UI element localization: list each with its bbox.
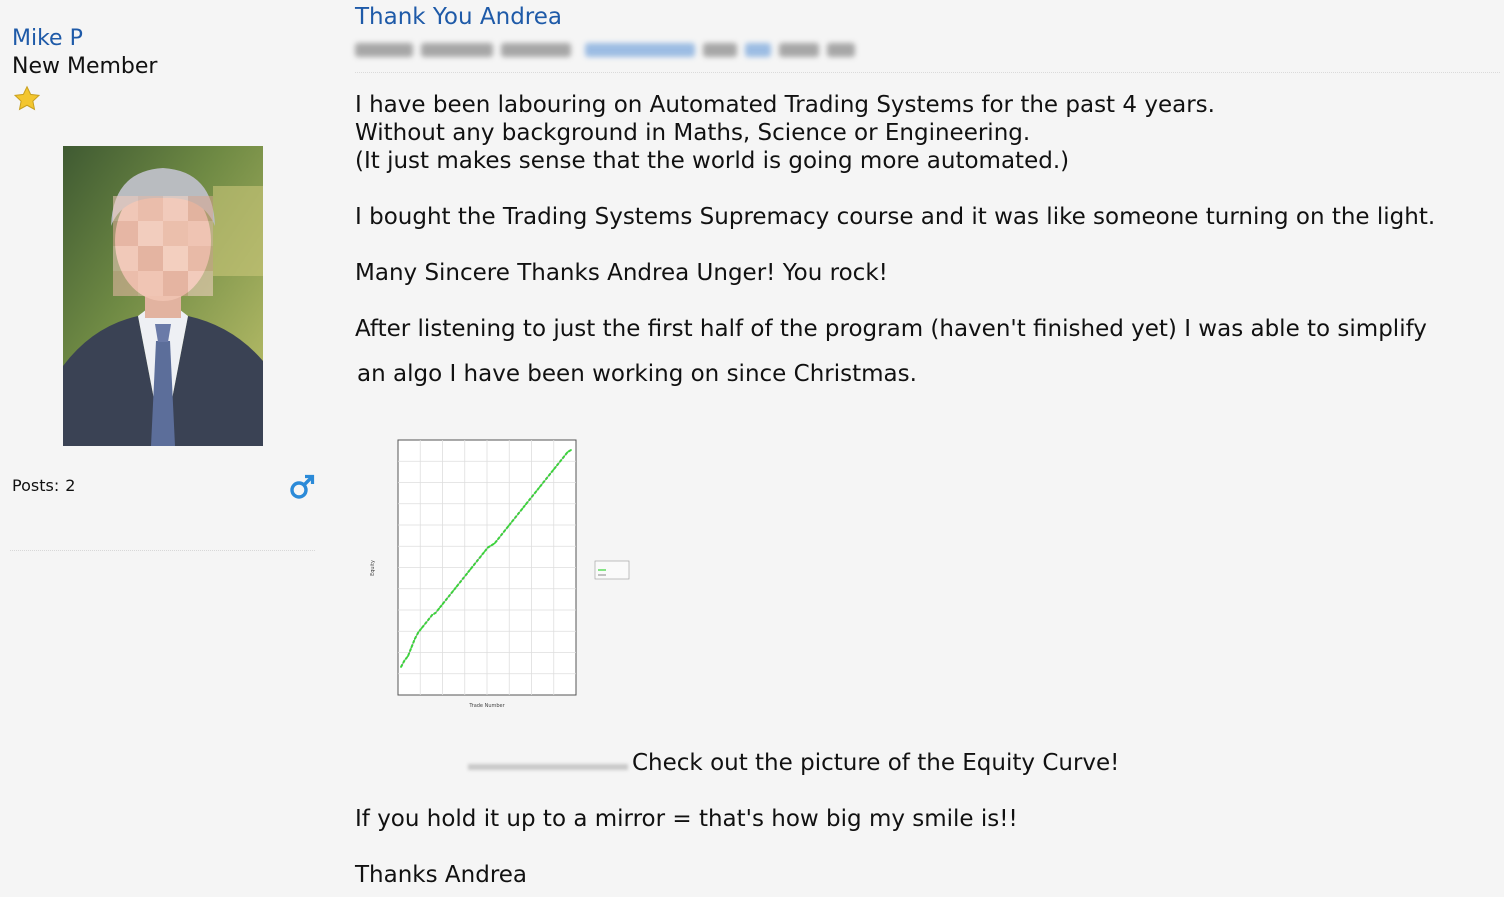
equity-curve-chart[interactable]: Trade Number Equity bbox=[366, 410, 646, 720]
chart-ylabel: Equity bbox=[370, 560, 376, 576]
equity-point bbox=[466, 572, 468, 575]
posts-label: Posts: bbox=[12, 476, 60, 495]
post-count: Posts: 2 bbox=[12, 476, 75, 495]
equity-point bbox=[538, 485, 541, 488]
equity-point bbox=[472, 564, 475, 566]
equity-point bbox=[493, 542, 496, 545]
equity-point bbox=[542, 481, 545, 484]
posts-value: 2 bbox=[65, 476, 76, 495]
equity-point bbox=[521, 507, 524, 510]
username-link[interactable]: Mike P bbox=[12, 26, 83, 51]
equity-point bbox=[511, 520, 513, 523]
equity-point bbox=[462, 577, 465, 579]
equity-point bbox=[490, 544, 493, 547]
chart-xlabel: Trade Number bbox=[468, 703, 505, 709]
meta-divider bbox=[355, 72, 1500, 73]
equity-point bbox=[445, 598, 448, 601]
equity-point bbox=[413, 637, 416, 640]
equity-point bbox=[556, 464, 559, 467]
post-text-line: After listening to just the first half o… bbox=[355, 316, 1427, 342]
equity-point bbox=[434, 611, 437, 614]
equity-point bbox=[570, 449, 572, 451]
equity-point bbox=[531, 494, 534, 497]
post-text-line: Without any background in Maths, Science… bbox=[355, 120, 1031, 146]
equity-point bbox=[483, 551, 486, 553]
post-text-line: Thanks Andrea bbox=[355, 862, 528, 888]
equity-point bbox=[497, 538, 500, 540]
post-title[interactable]: Thank You Andrea bbox=[355, 4, 562, 30]
equity-point bbox=[524, 503, 527, 506]
post-text-line: an algo I have been working on since Chr… bbox=[357, 361, 917, 387]
equity-point bbox=[545, 477, 548, 480]
equity-point bbox=[518, 512, 520, 514]
equity-point bbox=[448, 594, 451, 597]
equity-point bbox=[486, 546, 489, 549]
post-text-line: If you hold it up to a mirror = that's h… bbox=[355, 806, 1018, 832]
equity-point bbox=[407, 655, 409, 658]
equity-point bbox=[403, 659, 406, 662]
post-text-line: I bought the Trading Systems Supremacy c… bbox=[355, 204, 1436, 230]
equity-point bbox=[424, 622, 427, 625]
equity-point bbox=[400, 666, 402, 668]
equity-point bbox=[528, 499, 531, 501]
chart-legend bbox=[594, 560, 630, 580]
image-caption: Check out the picture of the Equity Curv… bbox=[632, 750, 1120, 776]
post-text-line: (It just makes sense that the world is g… bbox=[355, 148, 1070, 174]
equity-point bbox=[507, 525, 510, 527]
star-icon bbox=[12, 84, 42, 114]
male-symbol-icon bbox=[288, 473, 316, 501]
equity-point bbox=[559, 459, 562, 462]
redacted-link bbox=[468, 764, 628, 770]
equity-point bbox=[431, 614, 434, 616]
user-panel: Mike P New Member Posts: 2 bbox=[0, 0, 330, 897]
equity-point bbox=[535, 490, 538, 493]
equity-point bbox=[452, 590, 454, 592]
equity-point bbox=[455, 585, 458, 588]
post-text-line: I have been labouring on Automated Tradi… bbox=[355, 92, 1215, 118]
equity-point bbox=[514, 516, 517, 519]
equity-point bbox=[552, 468, 555, 471]
equity-point bbox=[410, 646, 413, 649]
equity-point bbox=[500, 533, 503, 536]
equity-point bbox=[563, 455, 565, 458]
equity-point bbox=[438, 607, 441, 610]
post-meta-redacted bbox=[353, 40, 863, 60]
equity-point bbox=[469, 568, 472, 571]
equity-point bbox=[479, 555, 482, 558]
equity-point bbox=[417, 631, 420, 634]
equity-point bbox=[459, 581, 461, 584]
user-rank: New Member bbox=[12, 54, 158, 79]
panel-divider bbox=[10, 550, 315, 551]
avatar[interactable] bbox=[63, 146, 263, 446]
equity-point bbox=[504, 529, 506, 532]
post-text-line: Many Sincere Thanks Andrea Unger! You ro… bbox=[355, 260, 888, 286]
equity-point bbox=[566, 451, 569, 454]
equity-point bbox=[441, 603, 444, 605]
equity-point bbox=[549, 472, 552, 475]
equity-point bbox=[427, 618, 430, 621]
equity-point bbox=[476, 559, 479, 562]
equity-point bbox=[420, 627, 423, 629]
